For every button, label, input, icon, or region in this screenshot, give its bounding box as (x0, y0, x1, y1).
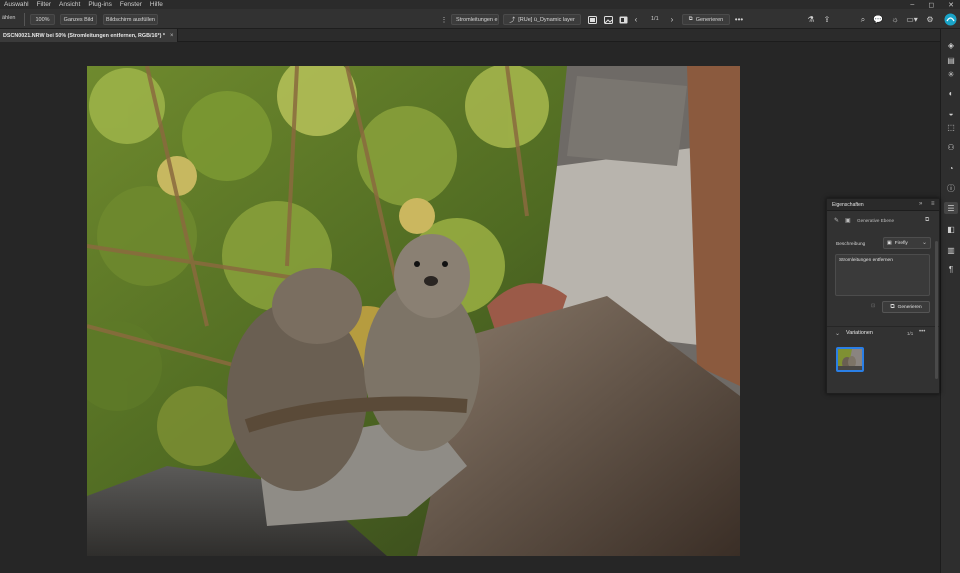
menu-item-hilfe[interactable]: Hilfe (150, 1, 163, 8)
variation-thumbnail-image (838, 349, 862, 370)
variation-thumbnail[interactable] (836, 347, 864, 372)
generative-layer-row: ✎ ▣ Generative Ebene ⧉ (827, 214, 939, 227)
variations-section-header[interactable]: ⌄ Variationen 1/1 ••• (827, 326, 939, 339)
cloud-avatar-icon[interactable] (943, 13, 957, 26)
menu-item-ansicht[interactable]: Ansicht (59, 1, 80, 8)
share-icon[interactable]: ⇪ (822, 14, 832, 25)
chevron-down-icon: ⌄ (921, 240, 927, 246)
canvas-area[interactable] (0, 42, 940, 573)
layer-options-icon[interactable]: ⧉ (925, 217, 929, 224)
properties-panel: Eigenschaften » ≡ ✎ ▣ Generative Ebene ⧉… (826, 198, 940, 394)
photoshop-window: Auswahl Filter Ansicht Plug-ins Fenster … (0, 0, 960, 573)
brush-icon: ✎ (834, 218, 840, 224)
generate-icon: ⧉ (890, 303, 895, 310)
chevron-down-icon[interactable]: ⌄ (835, 330, 840, 337)
generate-icon: ⧉ (688, 16, 693, 22)
lightbulb-icon[interactable]: ☼ (890, 14, 900, 25)
chevron-left-icon[interactable]: ‹ (632, 14, 640, 25)
window-controls: – ◻ ✕ (910, 0, 954, 9)
model-select-value: Firefly (894, 240, 908, 246)
libraries-icon[interactable]: ◧ (944, 223, 958, 235)
channels-icon[interactable]: ▤ (944, 54, 958, 66)
prompt-field[interactable]: Stromleitungen entfernen (835, 254, 930, 296)
gallery-icon[interactable] (603, 14, 613, 25)
properties-icon[interactable]: ☰ (944, 202, 958, 214)
flask-icon[interactable]: ⚗ (806, 14, 816, 25)
paragraph-icon[interactable]: ¶ (944, 263, 958, 275)
drag-handle-icon[interactable]: ⋮ (441, 14, 448, 25)
menu-item-plugins[interactable]: Plug-ins (88, 1, 111, 8)
panel-scrollbar[interactable] (935, 241, 938, 379)
generate-label: Generieren (695, 16, 724, 23)
person-icon[interactable]: ⚇ (944, 141, 958, 153)
prompt-chip[interactable]: Stromleitungen e (451, 14, 499, 25)
fit-screen-button[interactable]: Ganzes Bild (60, 14, 97, 25)
menu-bar: Auswahl Filter Ansicht Plug-ins Fenster … (0, 0, 960, 9)
layers-icon[interactable]: ◈ (944, 39, 958, 51)
document-tab[interactable]: DSCN0021.NRW bei 50% (Stromleitungen ent… (0, 29, 178, 42)
generative-layer-label: Generative Ebene (857, 218, 895, 223)
adjustments-icon[interactable]: ◒ (944, 107, 958, 119)
fill-screen-button[interactable]: Bildschirm ausfüllen (103, 14, 158, 25)
close-window-button[interactable]: ✕ (948, 1, 954, 9)
layer-chip-label: [RUe] ü_Dynamic layer (518, 16, 575, 23)
layer-chip[interactable]: ⤴ [RUe] ü_Dynamic layer (503, 14, 581, 25)
search-icon[interactable]: ⌕ (858, 14, 868, 25)
transform-icon[interactable]: ⬚ (944, 121, 958, 133)
tool-options-label: ählen (2, 15, 16, 21)
firefly-icon: ▣ (887, 240, 892, 246)
settings-icon[interactable]: ⚙ (925, 14, 935, 25)
variations-label: Variationen (846, 330, 873, 336)
layer-thumb-icon: ▣ (845, 218, 851, 224)
panel-menu-icon[interactable]: ≡ (931, 201, 935, 207)
comment-icon[interactable]: 💬 (873, 14, 883, 25)
divider (24, 13, 25, 26)
page-counter: 1/1 (651, 16, 659, 22)
properties-panel-title: Eigenschaften (832, 202, 864, 208)
menu-item-filter[interactable]: Filter (37, 1, 51, 8)
workspace-icon[interactable]: ▭▾ (905, 14, 919, 25)
document-tab-bar: DSCN0021.NRW bei 50% (Stromleitungen ent… (0, 29, 945, 42)
document-photo[interactable] (87, 66, 740, 556)
info-icon[interactable]: ⓘ (944, 182, 958, 194)
maximize-button[interactable]: ◻ (928, 1, 934, 9)
zoom-100-button[interactable]: 100% (30, 14, 55, 25)
description-label: Beschreibung (836, 242, 866, 247)
options-bar: ählen 100% Ganzes Bild Bildschirm ausfül… (0, 9, 960, 29)
close-tab-icon[interactable]: × (170, 33, 174, 39)
more-options-icon[interactable]: ••• (733, 14, 745, 25)
generate-button[interactable]: ⧉ Generieren (682, 14, 730, 25)
panel-generate-button[interactable]: ⧉ Generieren (882, 301, 930, 313)
generative-layer-icon[interactable] (587, 14, 597, 25)
info-small-icon: ⊡ (871, 303, 876, 309)
variations-more-icon[interactable]: ••• (919, 329, 925, 335)
swatches-icon[interactable]: ▥ (944, 244, 958, 256)
menu-item-fenster[interactable]: Fenster (120, 1, 142, 8)
panel-generate-label: Generieren (897, 304, 922, 310)
layer-generate-icon: ⤴ (509, 18, 516, 24)
model-select[interactable]: ▣ Firefly ⌄ (883, 237, 931, 249)
chevron-right-icon[interactable]: › (668, 14, 676, 25)
document-tab-title: DSCN0021.NRW bei 50% (Stromleitungen ent… (3, 32, 165, 39)
minimize-button[interactable]: – (910, 1, 914, 8)
variations-count: 1/1 (907, 331, 914, 336)
properties-panel-header: Eigenschaften » ≡ (827, 199, 939, 211)
menu-item-auswahl[interactable]: Auswahl (4, 1, 29, 8)
layout-icon[interactable] (618, 14, 628, 25)
color-wheel-icon[interactable]: ◐ (944, 87, 958, 99)
right-panel-toolbar: ◈ ▤ ✳ ◐ ◒ ⬚ ⚇ ◔ ⓘ ☰ ◧ ▥ ¶ (940, 29, 960, 573)
sparkle-icon[interactable]: ✳ (944, 68, 958, 80)
hyrax-photo (87, 66, 740, 556)
history-icon[interactable]: ◔ (944, 162, 958, 174)
collapse-panel-icon[interactable]: » (919, 201, 922, 207)
